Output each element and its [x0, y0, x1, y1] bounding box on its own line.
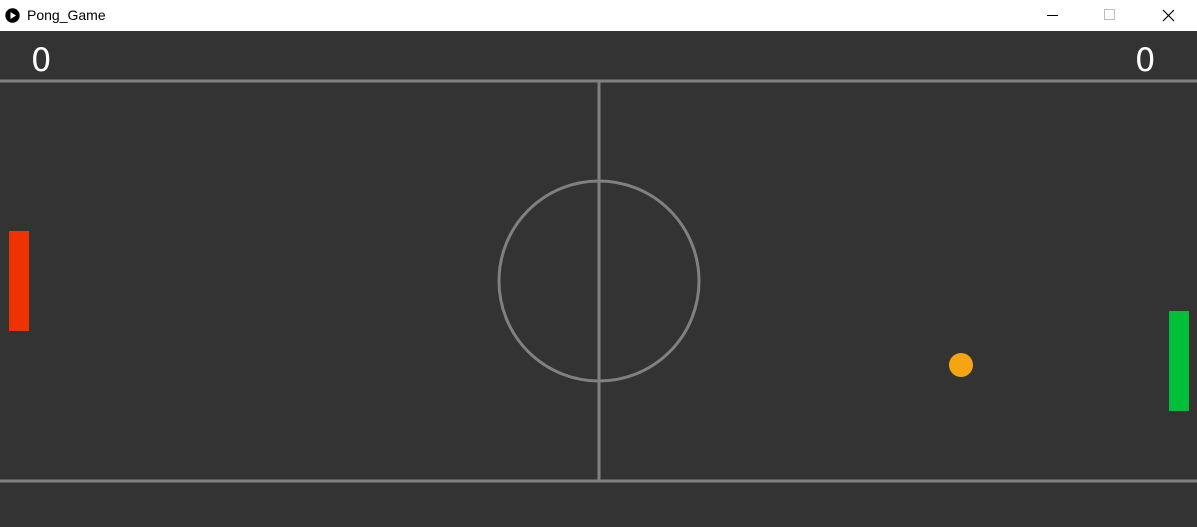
- close-icon: [1162, 9, 1175, 22]
- minimize-icon: [1047, 15, 1058, 16]
- close-button[interactable]: [1139, 0, 1197, 31]
- minimize-button[interactable]: [1023, 0, 1081, 31]
- game-canvas[interactable]: 0 0: [0, 31, 1197, 527]
- right-paddle: [1169, 311, 1189, 411]
- right-score: 0: [1135, 41, 1156, 79]
- title-bar[interactable]: Pong_Game: [0, 0, 1197, 31]
- game-window: Pong_Game 0 0: [0, 0, 1197, 527]
- ball: [949, 353, 973, 377]
- maximize-icon: [1104, 9, 1115, 20]
- maximize-button[interactable]: [1081, 0, 1139, 31]
- left-score: 0: [31, 41, 52, 79]
- window-title: Pong_Game: [27, 7, 106, 23]
- play-circle-icon: [5, 8, 20, 23]
- playing-field: [0, 79, 1197, 483]
- left-paddle: [9, 231, 29, 331]
